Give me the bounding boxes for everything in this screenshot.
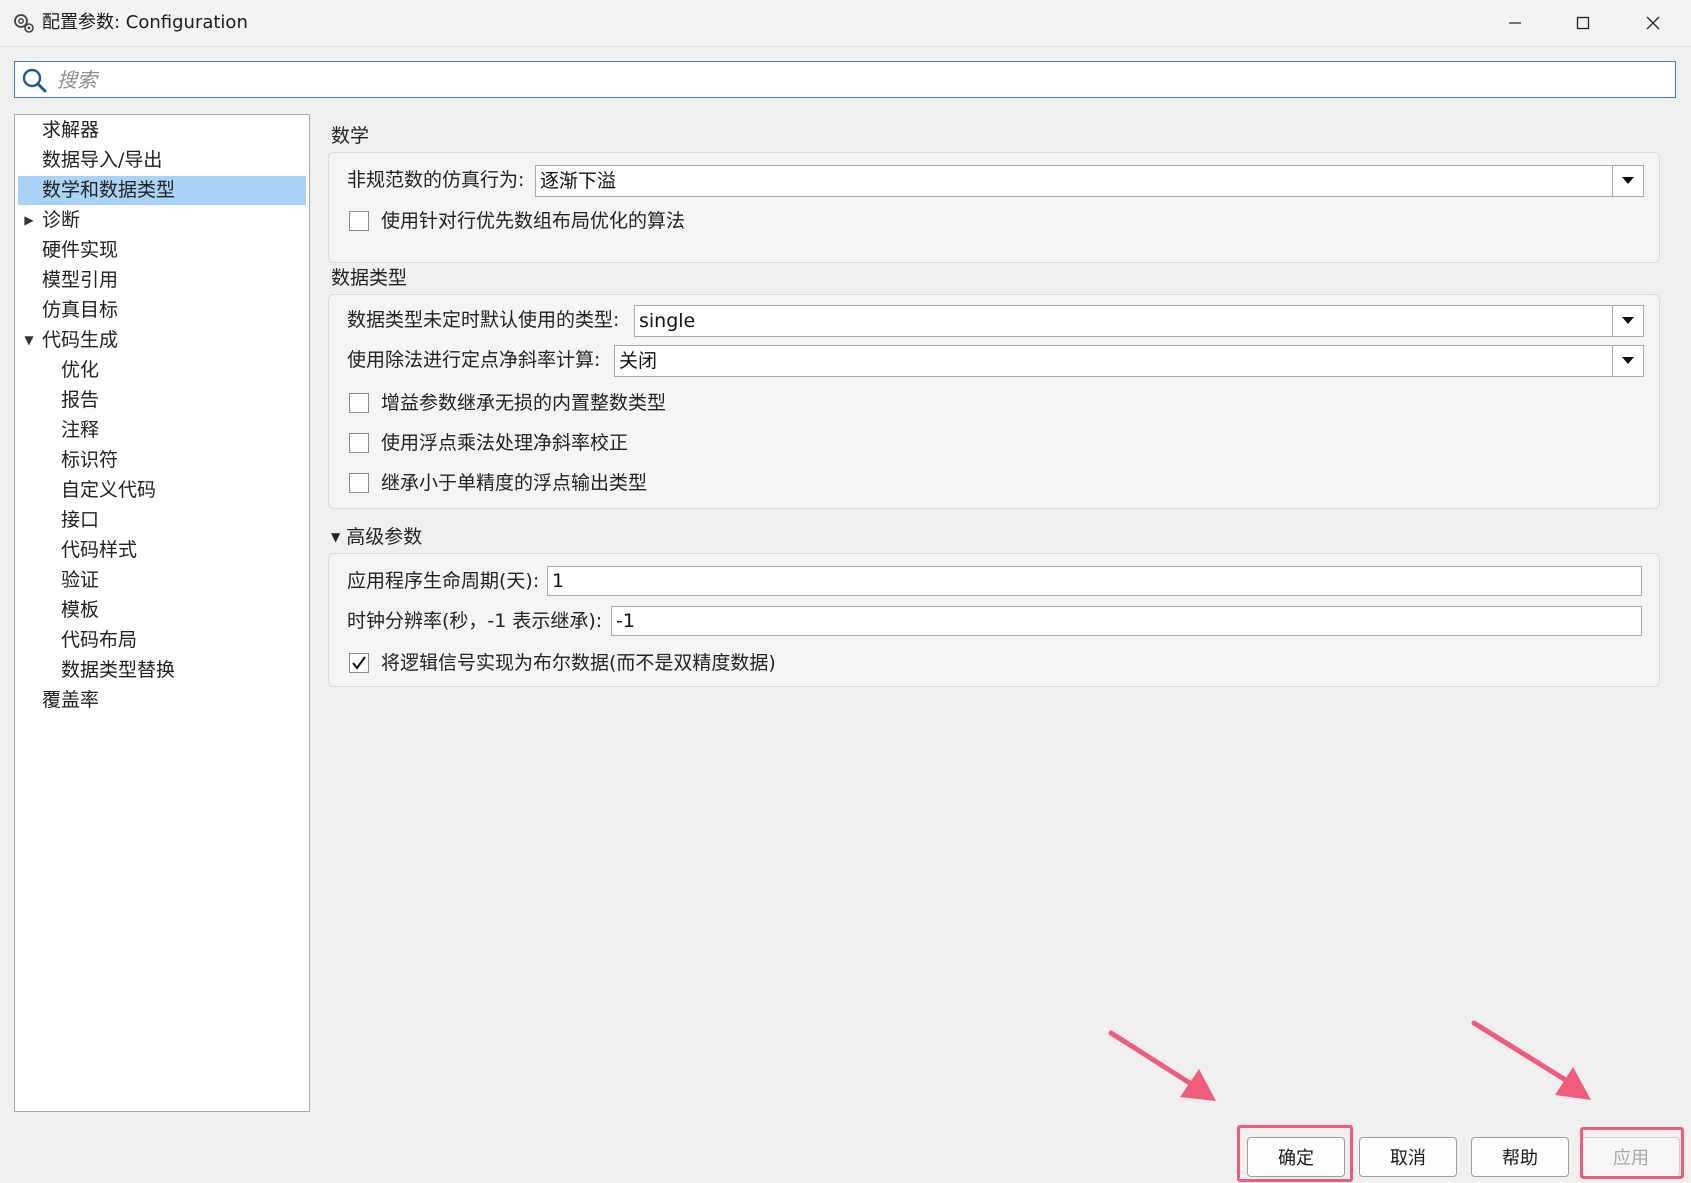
collapse-icon[interactable]: ▼ bbox=[331, 530, 340, 544]
default-type-label: 数据类型未定时默认使用的类型: bbox=[347, 309, 620, 331]
tree-item-report[interactable]: 报告 bbox=[61, 386, 99, 415]
inherit-label: 继承小于单精度的浮点输出类型 bbox=[381, 472, 648, 494]
gain-checkbox[interactable] bbox=[349, 393, 369, 413]
tree-item-templates[interactable]: 模板 bbox=[61, 596, 99, 625]
denormal-value: 逐渐下溢 bbox=[540, 170, 617, 192]
default-type-value: single bbox=[639, 310, 696, 332]
checkmark-icon bbox=[352, 656, 366, 670]
expand-down-icon[interactable]: ▼ bbox=[22, 326, 36, 355]
tree-item-optimization[interactable]: 优化 bbox=[61, 356, 99, 385]
expand-right-icon[interactable]: ▶ bbox=[22, 206, 36, 235]
gear-icon bbox=[14, 14, 34, 33]
tree-item-diagnostics[interactable]: ▶ 诊断 bbox=[18, 206, 218, 235]
tree-item-data-import-export[interactable]: 数据导入/导出 bbox=[42, 146, 162, 175]
tree-item-coverage[interactable]: 覆盖率 bbox=[42, 686, 99, 715]
default-type-dropdown[interactable]: single bbox=[634, 305, 1644, 337]
row-major-label: 使用针对行优先数组布局优化的算法 bbox=[381, 210, 686, 232]
dropdown-arrow-icon[interactable] bbox=[1612, 346, 1643, 376]
denormal-label: 非规范数的仿真行为: bbox=[347, 169, 525, 191]
settings-panel: 数学 非规范数的仿真行为: 逐渐下溢 使用针对行优先数组布局优化的算法 数据类型… bbox=[326, 114, 1678, 1112]
tree-item-comments[interactable]: 注释 bbox=[61, 416, 99, 445]
help-button[interactable]: 帮助 bbox=[1471, 1137, 1569, 1177]
search-input[interactable] bbox=[55, 64, 1659, 96]
title-bar: 配置参数: Configuration bbox=[0, 0, 1691, 47]
tree-item-solver[interactable]: 求解器 bbox=[42, 116, 99, 145]
cancel-button[interactable]: 取消 bbox=[1359, 1137, 1457, 1177]
data-types-group: 数据类型未定时默认使用的类型: single 使用除法进行定点净斜率计算: 关闭… bbox=[328, 294, 1660, 509]
gain-label: 增益参数继承无损的内置整数类型 bbox=[381, 392, 667, 414]
tree-item-code-placement[interactable]: 代码布局 bbox=[61, 626, 137, 655]
inherit-checkbox[interactable] bbox=[349, 473, 369, 493]
denormal-dropdown[interactable]: 逐渐下溢 bbox=[535, 165, 1644, 197]
tree-item-label: 代码生成 bbox=[42, 329, 119, 351]
row-major-checkbox[interactable] bbox=[349, 211, 369, 231]
tree-item-code-generation[interactable]: ▼ 代码生成 bbox=[18, 326, 218, 355]
section-title-advanced[interactable]: ▼ 高级参数 bbox=[331, 524, 422, 550]
advanced-group: 应用程序生命周期(天): 1 时钟分辨率(秒，-1 表示继承): -1 将逻辑信… bbox=[328, 553, 1660, 687]
tree-item-label: 诊断 bbox=[42, 209, 81, 231]
search-icon bbox=[22, 68, 47, 93]
clock-label: 时钟分辨率(秒，-1 表示继承): bbox=[347, 610, 603, 632]
dropdown-arrow-icon[interactable] bbox=[1612, 166, 1643, 196]
division-label: 使用除法进行定点净斜率计算: bbox=[347, 349, 601, 371]
float-mult-checkbox[interactable] bbox=[349, 433, 369, 453]
section-title-data-types: 数据类型 bbox=[331, 267, 408, 289]
division-value: 关闭 bbox=[619, 350, 658, 372]
math-group: 非规范数的仿真行为: 逐渐下溢 使用针对行优先数组布局优化的算法 bbox=[328, 152, 1660, 263]
boolean-label: 将逻辑信号实现为布尔数据(而不是双精度数据) bbox=[381, 652, 776, 674]
ok-button[interactable]: 确定 bbox=[1247, 1137, 1345, 1177]
section-title-math: 数学 bbox=[331, 125, 370, 147]
tree-item-math-data-types[interactable]: 数学和数据类型 bbox=[18, 176, 306, 205]
category-tree: 求解器 数据导入/导出 数学和数据类型 ▶ 诊断 硬件实现 模型引用 仿真目标 … bbox=[14, 114, 310, 1112]
tree-item-interface[interactable]: 接口 bbox=[61, 506, 99, 535]
dropdown-arrow-icon[interactable] bbox=[1612, 306, 1643, 336]
division-dropdown[interactable]: 关闭 bbox=[614, 345, 1644, 377]
tree-item-code-style[interactable]: 代码样式 bbox=[61, 536, 137, 565]
float-mult-label: 使用浮点乘法处理净斜率校正 bbox=[381, 432, 629, 454]
close-button[interactable] bbox=[1619, 0, 1687, 46]
tree-item-verification[interactable]: 验证 bbox=[61, 566, 99, 595]
clock-field[interactable]: -1 bbox=[611, 606, 1642, 636]
boolean-checkbox[interactable] bbox=[349, 653, 369, 673]
advanced-title: 高级参数 bbox=[346, 526, 423, 548]
tree-item-data-type-replacement[interactable]: 数据类型替换 bbox=[61, 656, 175, 685]
lifespan-field[interactable]: 1 bbox=[547, 566, 1642, 596]
tree-item-model-reference[interactable]: 模型引用 bbox=[42, 266, 118, 295]
window-title: 配置参数: Configuration bbox=[42, 12, 248, 33]
tree-item-label: 数学和数据类型 bbox=[42, 179, 176, 201]
tree-item-identifiers[interactable]: 标识符 bbox=[61, 446, 118, 475]
close-icon bbox=[1646, 16, 1660, 30]
minimize-icon bbox=[1509, 22, 1521, 24]
tree-item-hardware[interactable]: 硬件实现 bbox=[42, 236, 118, 265]
tree-item-custom-code[interactable]: 自定义代码 bbox=[61, 476, 156, 505]
maximize-icon bbox=[1576, 16, 1590, 30]
maximize-button[interactable] bbox=[1549, 0, 1617, 46]
lifespan-label: 应用程序生命周期(天): bbox=[347, 570, 540, 592]
minimize-button[interactable] bbox=[1481, 0, 1549, 46]
tree-item-sim-target[interactable]: 仿真目标 bbox=[42, 296, 118, 325]
apply-button[interactable]: 应用 bbox=[1582, 1137, 1680, 1177]
search-box[interactable] bbox=[14, 61, 1676, 98]
